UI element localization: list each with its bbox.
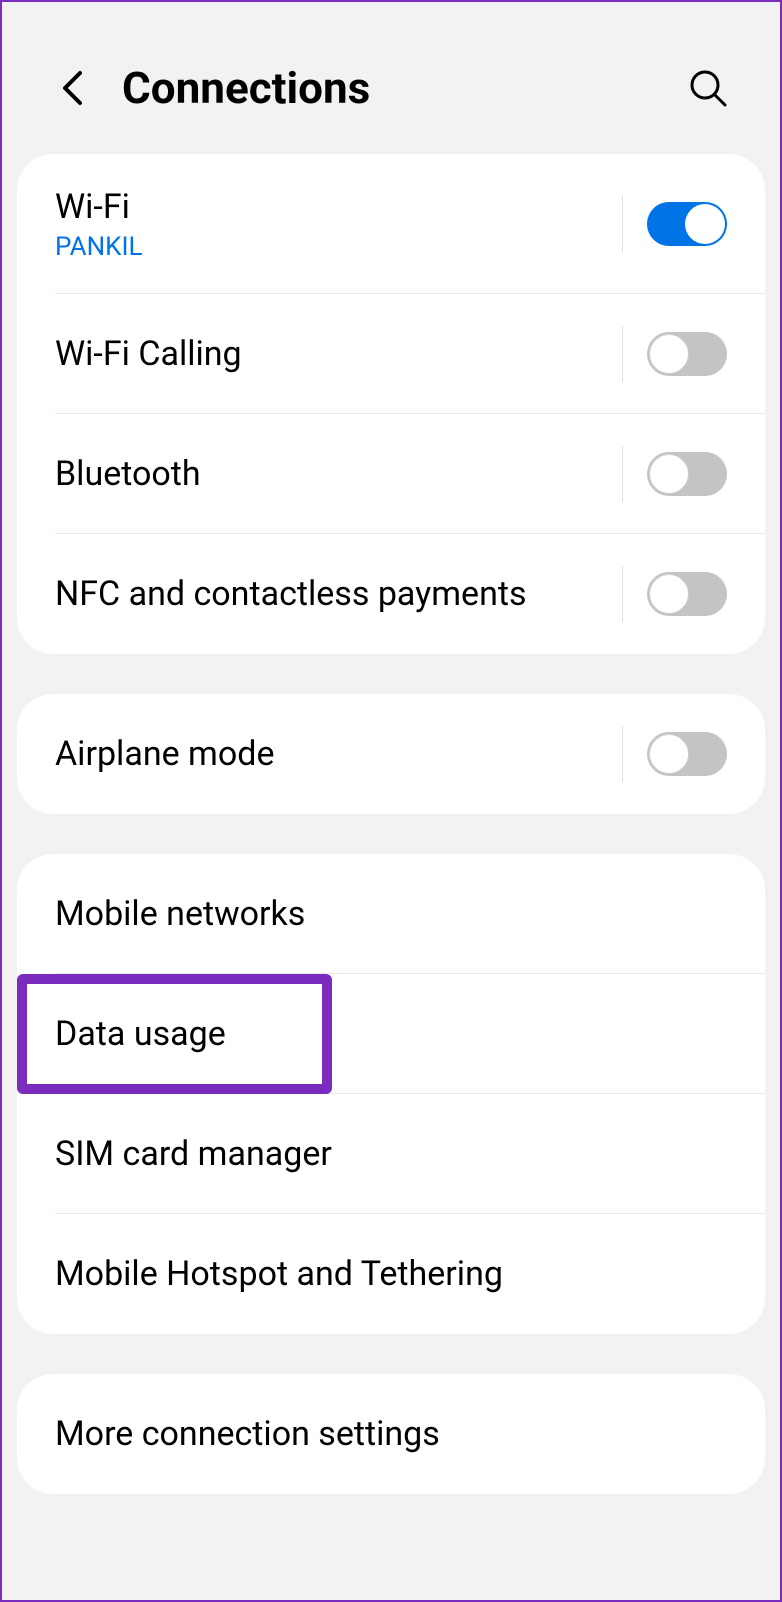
data-usage-row[interactable]: Data usage bbox=[17, 974, 765, 1094]
nfc-toggle[interactable] bbox=[647, 572, 727, 616]
settings-group: Wi-Fi PANKIL Wi-Fi Calling Bluetooth NFC… bbox=[17, 154, 765, 654]
row-label: More connection settings bbox=[55, 1413, 727, 1456]
wifi-calling-toggle[interactable] bbox=[647, 332, 727, 376]
wifi-network-name: PANKIL bbox=[55, 232, 612, 262]
bluetooth-toggle[interactable] bbox=[647, 452, 727, 496]
wifi-calling-row[interactable]: Wi-Fi Calling bbox=[17, 294, 765, 414]
airplane-mode-row[interactable]: Airplane mode bbox=[17, 694, 765, 814]
row-text: Wi-Fi PANKIL bbox=[55, 186, 612, 263]
header: Connections bbox=[2, 2, 780, 154]
chevron-left-icon bbox=[61, 70, 83, 106]
mobile-networks-row[interactable]: Mobile networks bbox=[17, 854, 765, 974]
row-label: Mobile Hotspot and Tethering bbox=[55, 1253, 727, 1296]
wifi-row[interactable]: Wi-Fi PANKIL bbox=[17, 154, 765, 294]
divider bbox=[622, 196, 623, 252]
row-text: NFC and contactless payments bbox=[55, 573, 612, 616]
row-label: Wi-Fi bbox=[55, 186, 612, 229]
bluetooth-row[interactable]: Bluetooth bbox=[17, 414, 765, 534]
search-button[interactable] bbox=[686, 66, 730, 110]
settings-group: More connection settings bbox=[17, 1374, 765, 1494]
more-connection-settings-row[interactable]: More connection settings bbox=[17, 1374, 765, 1494]
row-label: Airplane mode bbox=[55, 733, 612, 776]
divider bbox=[622, 566, 623, 622]
row-text: More connection settings bbox=[55, 1413, 727, 1456]
back-button[interactable] bbox=[52, 68, 92, 108]
row-text: Wi-Fi Calling bbox=[55, 333, 612, 376]
settings-group: Airplane mode bbox=[17, 694, 765, 814]
row-text: Mobile Hotspot and Tethering bbox=[55, 1253, 727, 1296]
row-label: Bluetooth bbox=[55, 453, 612, 496]
page-title: Connections bbox=[122, 62, 686, 114]
mobile-hotspot-row[interactable]: Mobile Hotspot and Tethering bbox=[17, 1214, 765, 1334]
row-label: Mobile networks bbox=[55, 893, 727, 936]
wifi-toggle[interactable] bbox=[647, 202, 727, 246]
row-label: NFC and contactless payments bbox=[55, 573, 612, 616]
row-text: SIM card manager bbox=[55, 1133, 727, 1176]
row-label: SIM card manager bbox=[55, 1133, 727, 1176]
airplane-mode-toggle[interactable] bbox=[647, 732, 727, 776]
row-text: Data usage bbox=[55, 1013, 727, 1056]
divider bbox=[622, 726, 623, 782]
row-label: Wi-Fi Calling bbox=[55, 333, 612, 376]
row-text: Mobile networks bbox=[55, 893, 727, 936]
row-text: Bluetooth bbox=[55, 453, 612, 496]
row-label: Data usage bbox=[55, 1013, 727, 1056]
sim-card-manager-row[interactable]: SIM card manager bbox=[17, 1094, 765, 1214]
divider bbox=[622, 326, 623, 382]
settings-group: Mobile networks Data usage SIM card mana… bbox=[17, 854, 765, 1334]
row-text: Airplane mode bbox=[55, 733, 612, 776]
search-icon bbox=[688, 68, 728, 108]
nfc-row[interactable]: NFC and contactless payments bbox=[17, 534, 765, 654]
settings-screen: Connections Wi-Fi PANKIL Wi-Fi Calling bbox=[2, 2, 780, 1600]
divider bbox=[622, 446, 623, 502]
